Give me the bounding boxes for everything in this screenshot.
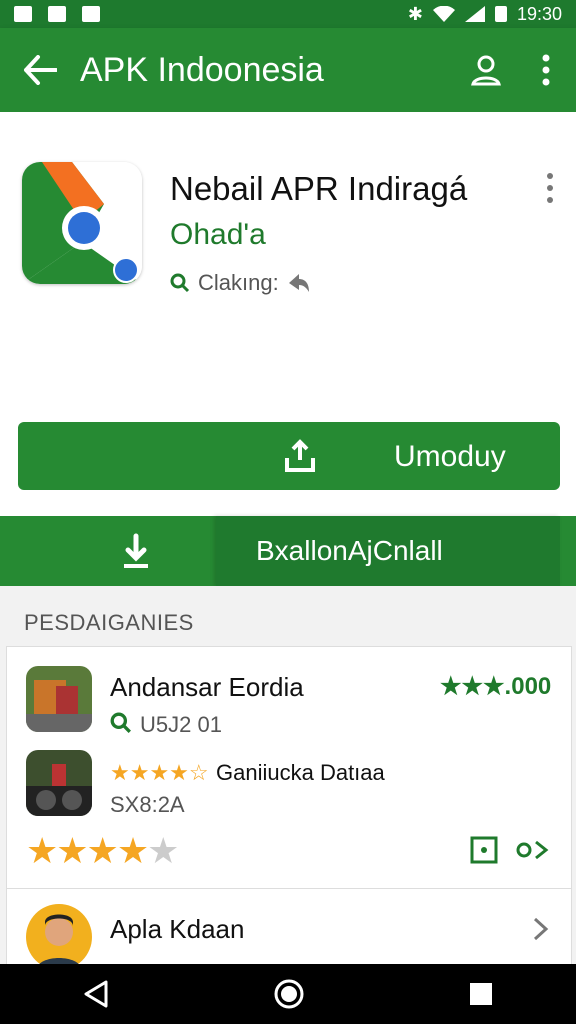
download-bar-label: BxallonAjCnlall (256, 535, 443, 566)
list-item-title[interactable]: Ganiiucka Datıaa (216, 760, 385, 786)
app-bar-title: APK Indoonesia (80, 50, 324, 89)
list-item-stars: ★★★★☆ (110, 760, 209, 785)
app-meta: Clakıng: (170, 270, 311, 296)
account-icon (471, 55, 501, 86)
battery-icon (494, 6, 507, 22)
app-developer[interactable]: Ohad'a (170, 218, 266, 252)
app-meta-text: Clakıng: (198, 270, 279, 295)
list-item-subtitle: U5J2 01 (140, 712, 222, 737)
music-icon (48, 6, 66, 22)
status-bar: ✱ 19:30 (0, 0, 576, 28)
wifi-icon (432, 6, 455, 22)
app-name: Nebail APR Indiragá (170, 170, 468, 207)
list-item-title[interactable]: Apla Kdaan (110, 914, 244, 945)
download-bar[interactable]: BxallonAjCnlall (0, 516, 576, 586)
download-icon (124, 533, 148, 568)
overflow-menu-button[interactable] (516, 28, 576, 112)
status-time: 19:30 (516, 3, 562, 24)
back-button[interactable] (0, 28, 80, 112)
more-vert-icon (542, 54, 550, 86)
install-button-label: Umoduy (394, 440, 506, 473)
upload-icon (285, 439, 315, 472)
mail-icon (14, 6, 32, 22)
system-nav-bar (0, 964, 576, 1024)
list-item-thumbnail (26, 750, 92, 816)
home-circle-icon[interactable] (273, 978, 305, 1010)
chevron-right-icon[interactable] (532, 916, 550, 942)
rating-stars[interactable]: ★★★★★ (26, 830, 179, 872)
list-item-thumbnail (26, 666, 92, 732)
app-bar: APK Indoonesia (0, 28, 576, 112)
forward-icon[interactable] (516, 836, 550, 864)
empty-star-icon: ★ (147, 830, 179, 871)
avatar (26, 904, 92, 970)
app-more-button[interactable] (540, 170, 560, 206)
list-item-subtitle: SX8:2A (110, 792, 185, 817)
signal-icon (464, 6, 485, 22)
bluetooth-icon: ✱ (407, 3, 423, 24)
divider (6, 888, 572, 889)
section-title: PESDAIGANIES (24, 610, 194, 635)
list-item-rating: ★★★.000 (440, 673, 552, 700)
photo-icon (82, 6, 100, 22)
account-button[interactable] (456, 28, 516, 112)
install-button[interactable]: Umoduy (18, 422, 560, 490)
recents-square-icon[interactable] (468, 981, 494, 1007)
share-icon (288, 274, 309, 292)
arrow-left-icon (24, 55, 57, 85)
list-item-title[interactable]: Andansar Eordia (110, 672, 304, 703)
back-triangle-icon[interactable] (82, 979, 110, 1009)
more-vert-icon (547, 173, 553, 203)
search-icon (170, 273, 190, 293)
search-icon (110, 712, 131, 733)
square-dot-icon[interactable] (470, 836, 498, 864)
app-icon (22, 162, 142, 284)
